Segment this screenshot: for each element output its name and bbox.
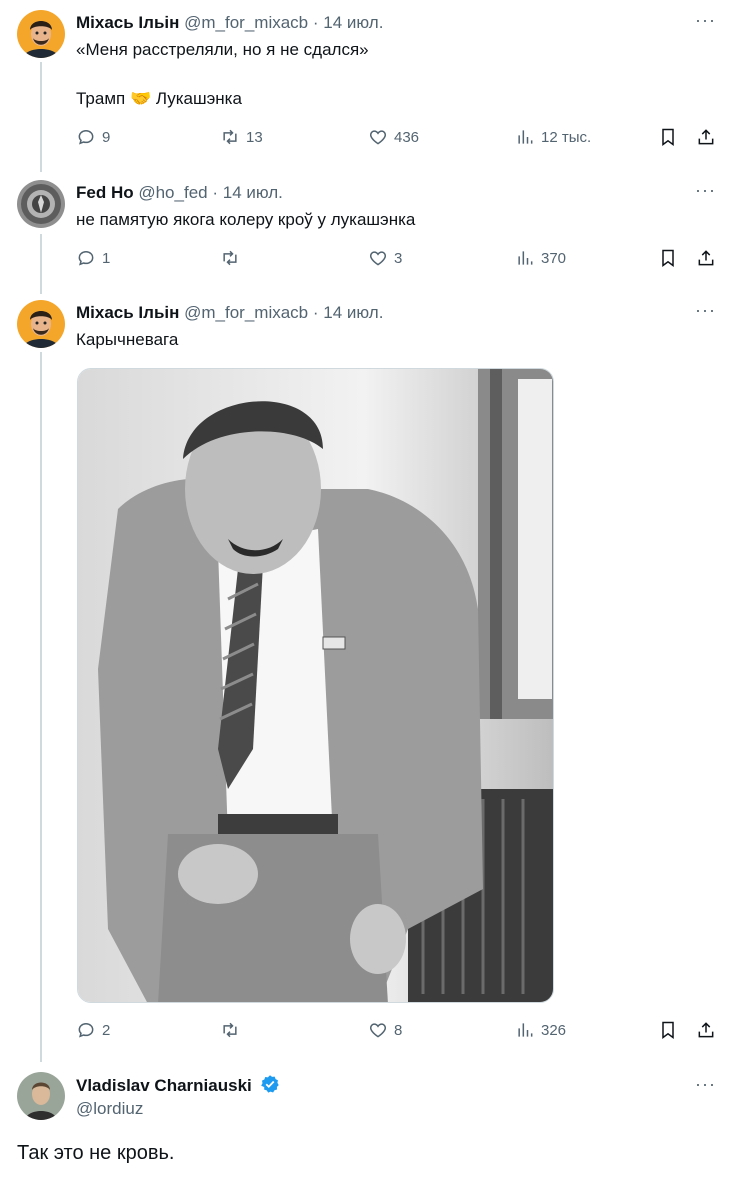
author-name[interactable]: Vladislav Charniauski <box>76 1076 252 1095</box>
tweet[interactable]: Fed Ho @ho_fed · 14 июл. ··· не памятую … <box>0 170 732 290</box>
bookmark-icon <box>662 1021 674 1039</box>
views-count: 370 <box>541 249 567 267</box>
like-button[interactable]: 8 <box>368 1020 402 1040</box>
action-bar: 9 13 436 12 тыс. <box>76 127 718 151</box>
share-icon <box>698 129 714 145</box>
author-handle[interactable]: @m_for_mixacb <box>184 13 308 32</box>
tweet-header: Fed Ho @ho_fed · 14 июл. <box>76 182 283 204</box>
retweet-count: 13 <box>246 128 263 146</box>
share-button[interactable] <box>696 127 716 147</box>
views-icon <box>518 1023 533 1037</box>
like-button[interactable]: 3 <box>368 248 402 268</box>
bookmark-button[interactable] <box>658 248 678 268</box>
reply-icon <box>78 129 94 145</box>
reply-button[interactable]: 1 <box>76 248 110 268</box>
views-icon <box>518 130 533 144</box>
retweet-icon <box>223 250 237 266</box>
views-button[interactable]: 326 <box>515 1020 566 1040</box>
tweet-text: Трамп 🤝 Лукашэнка <box>76 89 242 108</box>
views-count: 326 <box>541 1021 567 1039</box>
author-handle[interactable]: @ho_fed <box>138 183 207 202</box>
tweet-header: Міхась Ільін @m_for_mixacb · 14 июл. <box>76 12 383 34</box>
more-options-icon[interactable]: ··· <box>695 300 716 321</box>
reply-icon <box>78 250 94 266</box>
avatar[interactable] <box>17 300 65 348</box>
separator-dot: · <box>312 13 319 32</box>
bookmark-icon <box>662 249 674 267</box>
retweet-button[interactable]: 13 <box>220 127 263 147</box>
views-button[interactable]: 370 <box>515 248 566 268</box>
like-count: 436 <box>394 128 420 146</box>
retweet-button[interactable] <box>220 1020 246 1040</box>
more-options-icon[interactable]: ··· <box>695 10 716 31</box>
bookmark-button[interactable] <box>658 1020 678 1040</box>
reply-count: 9 <box>102 128 111 146</box>
author-handle[interactable]: @lordiuz <box>76 1099 143 1119</box>
like-count: 3 <box>394 249 403 267</box>
separator-dot: · <box>212 183 219 202</box>
more-options-icon[interactable]: ··· <box>695 180 716 201</box>
reply-count: 1 <box>102 249 111 267</box>
tweet-text: не памятую якога колеру кроў у лукашэнка <box>76 210 416 229</box>
avatar[interactable] <box>17 10 65 58</box>
retweet-button[interactable] <box>220 248 246 268</box>
reply-button[interactable]: 9 <box>76 127 110 147</box>
main-tweet-text: Так это не кровь. <box>17 1142 175 1164</box>
share-button[interactable] <box>696 1020 716 1040</box>
reply-count: 2 <box>102 1021 111 1039</box>
bookmark-icon <box>662 128 674 146</box>
verified-badge-icon <box>260 1074 280 1100</box>
tweet[interactable]: Міхась Ільін @m_for_mixacb · 14 июл. ···… <box>0 0 732 170</box>
share-icon <box>698 250 714 266</box>
more-options-icon[interactable]: ··· <box>695 1074 716 1095</box>
tweet-date[interactable]: 14 июл. <box>223 183 283 202</box>
reply-icon <box>78 1022 94 1038</box>
author-name[interactable]: Міхась Ільін <box>76 303 179 322</box>
share-icon <box>698 1022 714 1038</box>
tweet-text: Карычневага <box>76 330 179 349</box>
heart-icon <box>369 130 387 145</box>
tweet-date[interactable]: 14 июл. <box>323 303 383 322</box>
action-bar: 2 8 326 <box>76 1020 718 1044</box>
tweet-photo[interactable] <box>77 368 554 1003</box>
author-name[interactable]: Fed Ho <box>76 183 134 202</box>
views-button[interactable]: 12 тыс. <box>515 127 591 147</box>
author-name[interactable]: Міхась Ільін <box>76 13 179 32</box>
tweet-date[interactable]: 14 июл. <box>323 13 383 32</box>
author-handle[interactable]: @m_for_mixacb <box>184 303 308 322</box>
heart-icon <box>369 1023 387 1038</box>
separator-dot: · <box>312 303 319 322</box>
retweet-icon <box>223 1022 237 1038</box>
bookmark-button[interactable] <box>658 127 678 147</box>
reply-button[interactable]: 2 <box>76 1020 110 1040</box>
retweet-icon <box>223 129 237 145</box>
share-button[interactable] <box>696 248 716 268</box>
tweet-text: «Меня расстреляли, но я не сдался» <box>76 40 369 59</box>
tweet-header: Vladislav Charniauski <box>76 1074 280 1100</box>
like-button[interactable]: 436 <box>368 127 419 147</box>
avatar[interactable] <box>17 1072 65 1120</box>
views-count: 12 тыс. <box>541 128 592 146</box>
heart-icon <box>369 251 387 266</box>
photo-image <box>78 369 553 1002</box>
tweet-header: Міхась Ільін @m_for_mixacb · 14 июл. <box>76 302 383 324</box>
like-count: 8 <box>394 1021 403 1039</box>
avatar[interactable] <box>17 180 65 228</box>
views-icon <box>518 251 533 265</box>
action-bar: 1 3 370 <box>76 248 718 272</box>
